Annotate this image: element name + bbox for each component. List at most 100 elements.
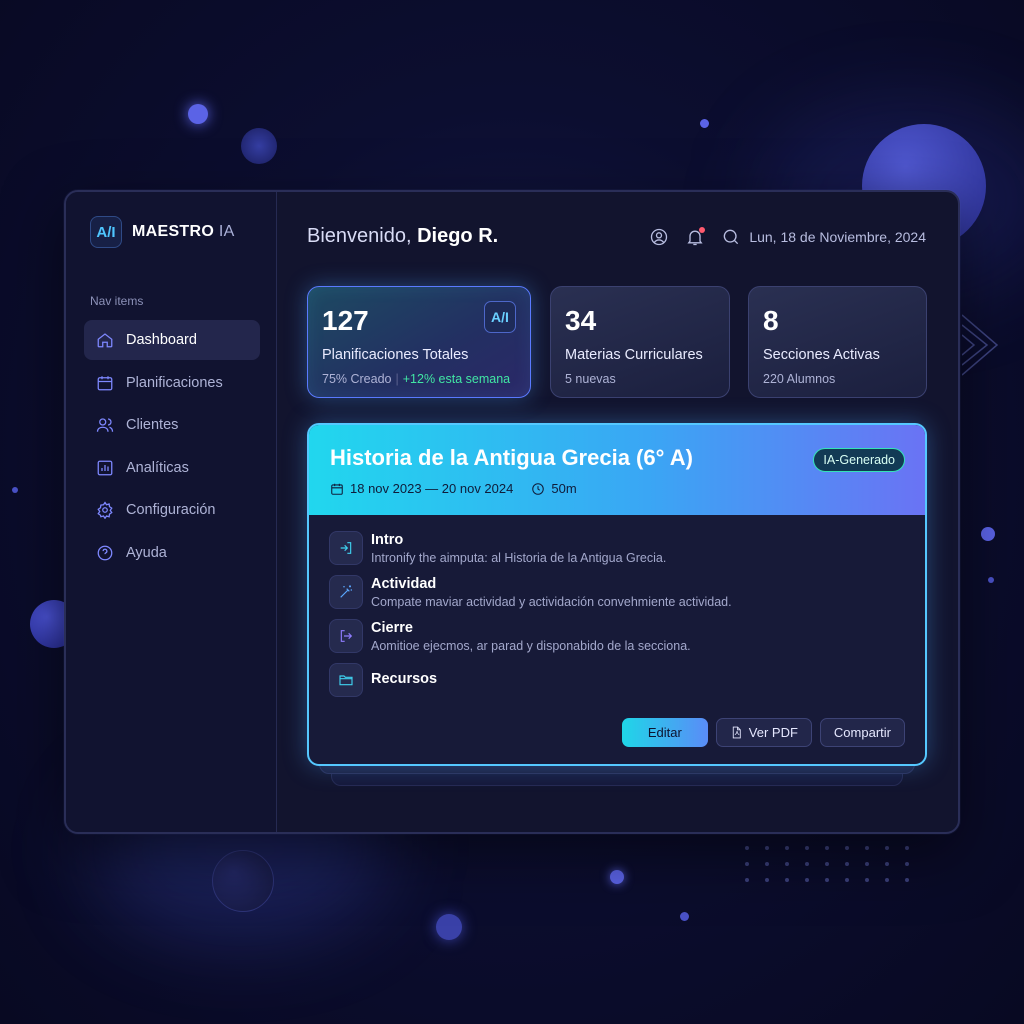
magic-wand-icon: [340, 585, 352, 598]
share-button[interactable]: Compartir: [819, 718, 905, 747]
step-description: Intronify the aimputa: al Historia de la…: [371, 551, 667, 565]
lesson-plan-body: Intro Intronify the aimputa: al Historia…: [309, 515, 925, 697]
step-icon: [329, 575, 363, 609]
step-icon: [329, 531, 363, 565]
background-orb: [680, 912, 689, 921]
sidebar-item-ayuda[interactable]: Ayuda: [84, 533, 260, 573]
background-pattern: [962, 314, 999, 376]
logout-icon: [340, 630, 353, 642]
calendar-icon: [331, 483, 343, 495]
sidebar-item-configuracion[interactable]: Configuración: [84, 490, 260, 530]
sidebar-item-dashboard[interactable]: Dashboard: [84, 320, 260, 360]
sidebar-nav: Dashboard Planificaciones Clientes Analí…: [84, 320, 260, 573]
lesson-plan-duration-value: 50m: [551, 481, 577, 496]
background-orb: [981, 527, 995, 541]
step-icon: [329, 663, 363, 697]
stat-value: 8: [763, 305, 779, 336]
lesson-step-recursos[interactable]: Recursos: [329, 663, 905, 697]
lesson-plan-card[interactable]: Historia de la Antigua Grecia (6° A) 18 …: [307, 423, 927, 766]
brand-logo: A/I: [90, 216, 122, 248]
step-title: Actividad: [371, 576, 437, 592]
stat-sub: 75% Creado | +12% esta semana: [322, 372, 516, 386]
background-orb: [988, 577, 994, 583]
greeting-text: Bienvenido,: [307, 225, 412, 247]
step-text: Cierre Aomitioe ejecmos, ar parad y disp…: [371, 619, 691, 653]
background-orb: [700, 119, 709, 128]
brand[interactable]: A/I MAESTRO IA: [90, 216, 260, 248]
lesson-step-intro[interactable]: Intro Intronify the aimputa: al Historia…: [329, 531, 905, 565]
search-icon: [723, 229, 739, 244]
greeting: Bienvenido, Diego R.: [307, 225, 498, 248]
calendar-icon: [97, 375, 113, 390]
sidebar-item-clientes[interactable]: Clientes: [84, 405, 260, 445]
step-description: Compate maviar actividad y actividación …: [371, 595, 732, 609]
step-icon: [329, 619, 363, 653]
sidebar-item-label: Configuración: [126, 502, 216, 518]
topbar: Bienvenido, Diego R. Lun, 18 de Noviembr…: [307, 225, 926, 248]
lesson-plan-duration: 50m: [531, 481, 577, 496]
nav-heading: Nav items: [90, 294, 144, 308]
lesson-step-actividad[interactable]: Actividad Compate maviar actividad y act…: [329, 575, 905, 609]
stat-card-secciones[interactable]: 8 Secciones Activas 220 Alumnos: [748, 286, 927, 398]
sidebar-item-label: Analíticas: [126, 459, 189, 476]
current-date: Lun, 18 de Noviembre, 2024: [749, 228, 926, 245]
view-pdf-label: Ver PDF: [748, 725, 798, 740]
step-text: Recursos: [371, 663, 437, 697]
sidebar: A/I MAESTRO IA Nav items Dashboard Plani…: [66, 192, 277, 832]
profile-icon[interactable]: [649, 227, 669, 247]
home-icon: [97, 333, 113, 348]
view-pdf-button[interactable]: Ver PDF: [715, 718, 812, 747]
search-date[interactable]: Lun, 18 de Noviembre, 2024: [721, 227, 926, 247]
lesson-plan-dates: 18 nov 2023 — 20 nov 2024: [330, 481, 513, 496]
lesson-plan-meta: 18 nov 2023 — 20 nov 2024 50m: [330, 481, 905, 496]
login-icon: [340, 542, 352, 554]
step-description: Aomitioe ejecmos, ar parad y disponabido…: [371, 639, 691, 653]
lesson-plan-header: Historia de la Antigua Grecia (6° A) 18 …: [309, 425, 925, 515]
sidebar-item-planificaciones[interactable]: Planificaciones: [84, 363, 260, 403]
step-title: Recursos: [371, 671, 438, 687]
lesson-plan-actions: Editar Ver PDF Compartir: [621, 718, 905, 747]
step-title: Intro: [371, 532, 404, 548]
folder-icon: [339, 675, 353, 686]
sidebar-item-label: Planificaciones: [126, 374, 223, 391]
user-name: Diego R.: [417, 225, 499, 247]
sidebar-item-analiticas[interactable]: Analíticas: [84, 448, 260, 488]
background-orb: [212, 850, 274, 912]
topbar-actions: Lun, 18 de Noviembre, 2024: [649, 226, 926, 247]
clock-icon: [532, 482, 545, 495]
lesson-step-cierre[interactable]: Cierre Aomitioe ejecmos, ar parad y disp…: [329, 619, 905, 653]
step-title: Cierre: [371, 620, 413, 636]
lesson-plan-date-range: 18 nov 2023 — 20 nov 2024: [350, 481, 514, 496]
edit-button[interactable]: Editar: [621, 718, 708, 747]
brand-name: MAESTRO IA: [132, 223, 235, 241]
background-orb: [436, 914, 462, 940]
sidebar-item-label: Dashboard: [126, 332, 197, 348]
background-orb: [12, 487, 18, 493]
main-content: Bienvenido, Diego R. Lun, 18 de Noviembr…: [277, 192, 958, 832]
users-icon: [96, 418, 114, 432]
background-orb: [188, 104, 208, 124]
stat-trend: +12% esta semana: [402, 372, 511, 386]
background-dot-grid: [745, 846, 909, 882]
stat-label: Secciones Activas: [763, 347, 880, 363]
step-text: Intro Intronify the aimputa: al Historia…: [371, 531, 666, 565]
ia-generated-badge: IA-Generado: [813, 448, 905, 472]
brand-name-main: MAESTRO: [132, 223, 215, 240]
stat-label: Planificaciones Totales: [322, 347, 469, 363]
notification-dot: [699, 226, 706, 233]
gear-icon: [97, 501, 113, 519]
pdf-icon: [732, 726, 741, 739]
chart-icon: [97, 460, 113, 475]
step-text: Actividad Compate maviar actividad y act…: [371, 575, 732, 609]
stat-card-planificaciones[interactable]: 127 Planificaciones Totales 75% Creado | +…: [307, 286, 531, 398]
stat-value: 34: [565, 305, 597, 336]
sidebar-item-label: Ayuda: [126, 544, 167, 561]
stat-sub: 5 nuevas: [565, 372, 616, 386]
ai-badge-icon: A/I: [484, 301, 516, 333]
background-orb: [610, 870, 624, 884]
brand-name-suffix: IA: [218, 223, 235, 240]
notifications-button[interactable]: [685, 226, 706, 247]
stat-card-materias[interactable]: 34 Materias Curriculares 5 nuevas: [550, 286, 730, 398]
sidebar-item-label: Clientes: [126, 417, 179, 433]
stat-sub: 220 Alumnos: [763, 372, 836, 386]
